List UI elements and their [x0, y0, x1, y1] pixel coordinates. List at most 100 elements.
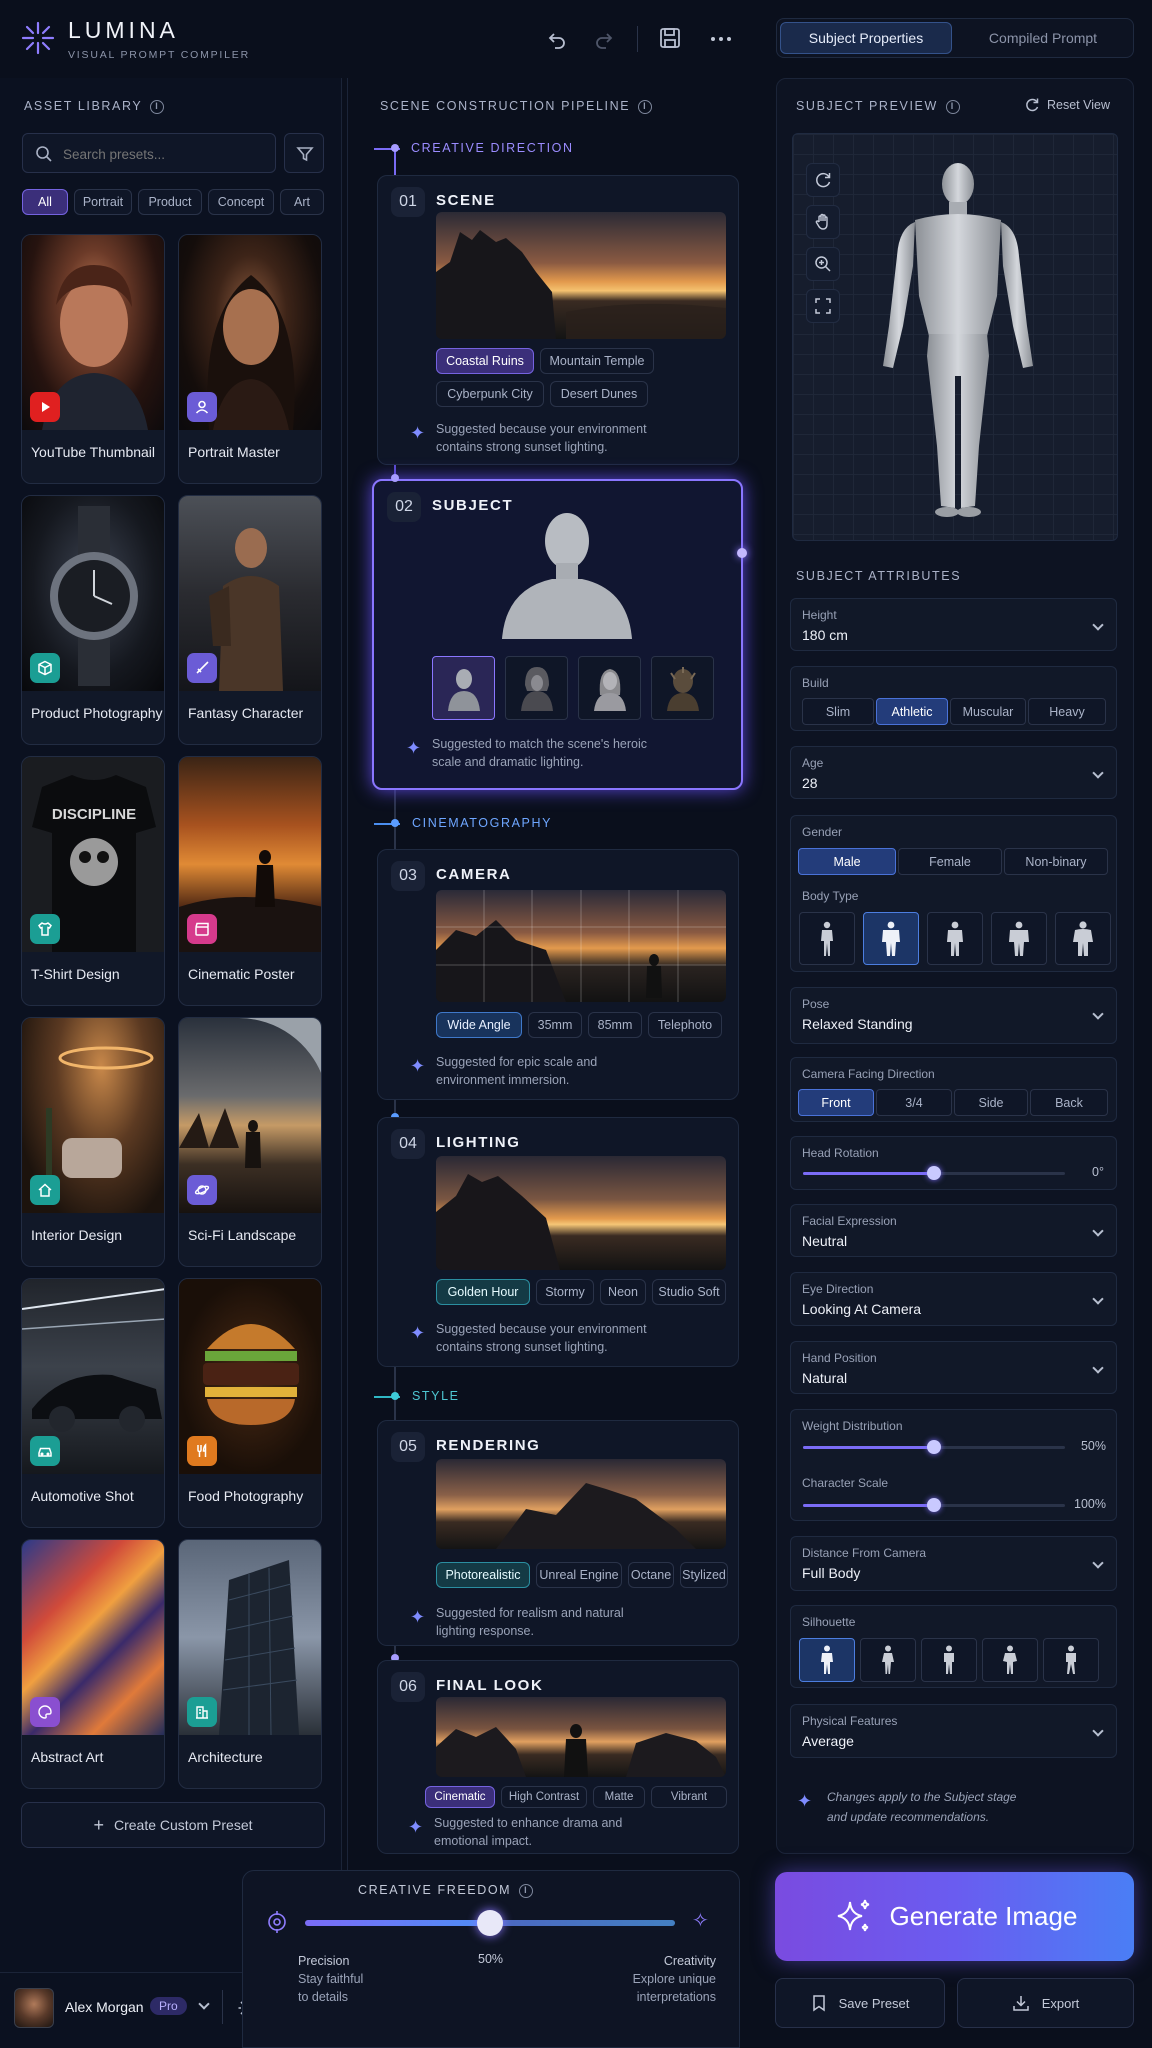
subject-preview-viewport[interactable]: [792, 133, 1118, 541]
chip-cinematic[interactable]: Cinematic: [425, 1786, 495, 1808]
search-box[interactable]: [22, 133, 276, 173]
filter-portrait[interactable]: Portrait: [74, 189, 132, 215]
zoom-tool[interactable]: [806, 247, 840, 281]
silhouette-4[interactable]: [982, 1638, 1038, 1682]
chip-telephoto[interactable]: Telephoto: [648, 1012, 722, 1038]
facing-side[interactable]: Side: [954, 1089, 1028, 1116]
chip-stylized[interactable]: Stylized: [680, 1562, 728, 1588]
chip-golden-hour[interactable]: Golden Hour: [436, 1279, 530, 1305]
avatar[interactable]: [14, 1988, 54, 2028]
stage-final-look[interactable]: 06 FINAL LOOK Cinematic High Contrast Ma…: [377, 1660, 739, 1854]
preset-card[interactable]: Automotive Shot: [21, 1278, 165, 1528]
preset-card[interactable]: DISCIPLINE T-Shirt Design: [21, 756, 165, 1006]
chip-mountain-temple[interactable]: Mountain Temple: [540, 348, 654, 374]
height-field[interactable]: Height 180 cm: [790, 598, 1117, 651]
silhouette-1[interactable]: [799, 1638, 855, 1682]
hand-position-field[interactable]: Hand Position Natural: [790, 1341, 1117, 1394]
preset-card[interactable]: Fantasy Character: [178, 495, 322, 745]
preset-card[interactable]: Cinematic Poster: [178, 756, 322, 1006]
chip-wide-angle[interactable]: Wide Angle: [436, 1012, 522, 1038]
build-muscular[interactable]: Muscular: [950, 698, 1026, 725]
body-type-5[interactable]: [1055, 912, 1111, 965]
preset-card[interactable]: Interior Design: [21, 1017, 165, 1267]
subject-option-4[interactable]: [651, 656, 714, 720]
chip-cyberpunk-city[interactable]: Cyberpunk City: [436, 381, 544, 407]
pose-field[interactable]: Pose Relaxed Standing: [790, 987, 1117, 1044]
undo-icon[interactable]: [545, 27, 569, 51]
stage-scene[interactable]: 01 SCENE Coastal Ruins Mountain Temple C…: [377, 175, 739, 465]
search-input[interactable]: [63, 143, 263, 165]
stage-rendering[interactable]: 05 RENDERING Photorealistic Unreal Engin…: [377, 1420, 739, 1646]
silhouette-5[interactable]: [1043, 1638, 1099, 1682]
info-icon[interactable]: i: [150, 99, 165, 114]
subject-option-2[interactable]: [505, 656, 568, 720]
more-icon[interactable]: [709, 27, 733, 51]
tab-compiled-prompt[interactable]: Compiled Prompt: [957, 22, 1129, 54]
chip-neon[interactable]: Neon: [600, 1279, 646, 1305]
facing-front[interactable]: Front: [798, 1089, 874, 1116]
chip-unreal-engine[interactable]: Unreal Engine: [536, 1562, 622, 1588]
filter-art[interactable]: Art: [280, 189, 324, 215]
creative-freedom-slider[interactable]: [305, 1910, 675, 1936]
chip-octane[interactable]: Octane: [628, 1562, 674, 1588]
preset-card[interactable]: Architecture: [178, 1539, 322, 1789]
body-type-2[interactable]: [863, 912, 919, 965]
info-icon[interactable]: i: [638, 99, 653, 114]
chip-85mm[interactable]: 85mm: [588, 1012, 642, 1038]
silhouette-2[interactable]: [860, 1638, 916, 1682]
pan-tool[interactable]: [806, 205, 840, 239]
gender-female[interactable]: Female: [898, 848, 1002, 875]
facing-three-quarter[interactable]: 3/4: [876, 1089, 952, 1116]
gender-male[interactable]: Male: [798, 848, 896, 875]
stage-lighting[interactable]: 04 LIGHTING Golden Hour Stormy Neon Stud…: [377, 1117, 739, 1367]
chip-stormy[interactable]: Stormy: [536, 1279, 594, 1305]
stage-camera[interactable]: 03 CAMERA Wide Angle 35mm 85mm Telephoto…: [377, 849, 739, 1100]
silhouette-3[interactable]: [921, 1638, 977, 1682]
chip-35mm[interactable]: 35mm: [528, 1012, 582, 1038]
facial-expression-field[interactable]: Facial Expression Neutral: [790, 1204, 1117, 1257]
preset-card[interactable]: YouTube Thumbnail: [21, 234, 165, 484]
head-rotation-knob[interactable]: [927, 1166, 941, 1180]
info-icon[interactable]: i: [519, 1883, 534, 1898]
body-type-1[interactable]: [799, 912, 855, 965]
save-preset-button[interactable]: Save Preset: [775, 1978, 945, 2028]
subject-option-1[interactable]: [432, 656, 495, 720]
create-custom-preset-button[interactable]: + Create Custom Preset: [21, 1802, 325, 1848]
preset-card[interactable]: Abstract Art: [21, 1539, 165, 1789]
preset-card[interactable]: Portrait Master: [178, 234, 322, 484]
stage-subject[interactable]: 02 SUBJECT ✦ Suggested to match the scen…: [372, 479, 743, 790]
filter-concept[interactable]: Concept: [208, 189, 274, 215]
chip-high-contrast[interactable]: High Contrast: [501, 1786, 587, 1808]
export-button[interactable]: Export: [957, 1978, 1134, 2028]
filter-all[interactable]: All: [22, 189, 68, 215]
reset-view-button[interactable]: Reset View: [1024, 97, 1110, 113]
build-athletic[interactable]: Athletic: [876, 698, 948, 725]
gender-non-binary[interactable]: Non-binary: [1004, 848, 1108, 875]
facing-back[interactable]: Back: [1030, 1089, 1108, 1116]
eye-direction-field[interactable]: Eye Direction Looking At Camera: [790, 1272, 1117, 1326]
chip-matte[interactable]: Matte: [593, 1786, 645, 1808]
save-icon[interactable]: [658, 26, 682, 50]
fit-tool[interactable]: [806, 289, 840, 323]
generate-image-button[interactable]: Generate Image: [775, 1872, 1134, 1961]
preset-card[interactable]: Product Photography: [21, 495, 165, 745]
distance-from-camera-field[interactable]: Distance From Camera Full Body: [790, 1536, 1117, 1591]
character-scale-knob[interactable]: [927, 1498, 941, 1512]
chip-desert-dunes[interactable]: Desert Dunes: [550, 381, 648, 407]
info-icon[interactable]: i: [945, 99, 960, 114]
filter-button[interactable]: [284, 133, 324, 173]
chip-photorealistic[interactable]: Photorealistic: [436, 1562, 530, 1588]
build-heavy[interactable]: Heavy: [1028, 698, 1106, 725]
preset-card[interactable]: Sci-Fi Landscape: [178, 1017, 322, 1267]
redo-icon[interactable]: [592, 27, 616, 51]
build-slim[interactable]: Slim: [802, 698, 874, 725]
subject-option-3[interactable]: [578, 656, 641, 720]
filter-product[interactable]: Product: [138, 189, 202, 215]
tab-subject-properties[interactable]: Subject Properties: [780, 22, 952, 54]
chip-studio-soft[interactable]: Studio Soft: [652, 1279, 726, 1305]
chip-vibrant[interactable]: Vibrant: [651, 1786, 727, 1808]
weight-distribution-knob[interactable]: [927, 1440, 941, 1454]
body-type-4[interactable]: [991, 912, 1047, 965]
age-field[interactable]: Age 28: [790, 746, 1117, 799]
body-type-3[interactable]: [927, 912, 983, 965]
